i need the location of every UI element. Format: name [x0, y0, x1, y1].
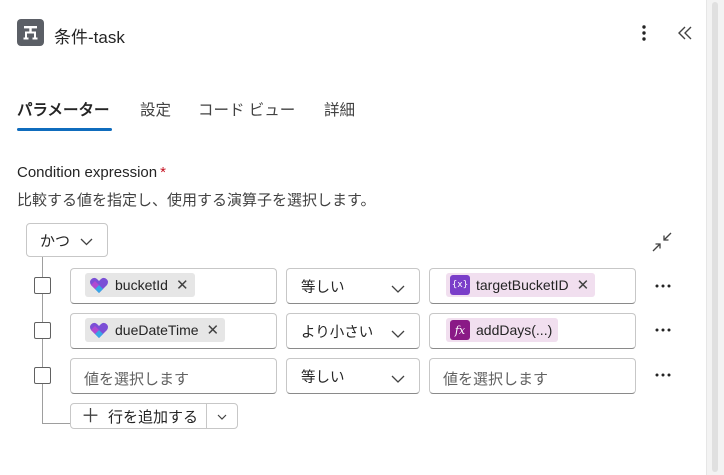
- tree-connector-branch: [42, 423, 72, 424]
- operator-dropdown[interactable]: 等しい: [286, 358, 420, 394]
- dynamic-content-token: dueDateTime ✕: [85, 318, 226, 342]
- token-label: addDays(...): [476, 322, 553, 338]
- tab-details[interactable]: 詳細: [324, 98, 355, 120]
- right-value-field[interactable]: {x} targetBucketID ✕: [429, 268, 636, 304]
- row-checkbox[interactable]: [34, 277, 51, 294]
- left-value-field[interactable]: dueDateTime ✕: [70, 313, 277, 349]
- tab-parameters[interactable]: パラメーター: [17, 98, 110, 120]
- variable-icon: {x}: [450, 275, 470, 295]
- group-operator-value: かつ: [40, 232, 71, 250]
- row-checkbox[interactable]: [34, 322, 51, 339]
- operator-dropdown[interactable]: 等しい: [286, 268, 420, 304]
- dynamic-content-token: bucketId ✕: [85, 273, 195, 297]
- chevron-down-icon: [217, 407, 227, 425]
- add-row-label: 行を追加する: [108, 408, 199, 426]
- operator-value: より小さい: [301, 324, 374, 341]
- dynamic-content-token: fx addDays(...): [446, 318, 559, 342]
- remove-token-icon[interactable]: ✕: [577, 276, 590, 294]
- tab-code-view[interactable]: コード ビュー: [198, 98, 295, 120]
- chevron-down-icon: [391, 326, 405, 342]
- add-row-button[interactable]: ＋ 行を追加する: [71, 404, 208, 428]
- chevron-down-icon: [80, 233, 93, 250]
- add-row-split-button: ＋ 行を追加する: [70, 403, 238, 429]
- right-value-field[interactable]: fx addDays(...): [429, 313, 636, 349]
- token-label: bucketId: [115, 277, 168, 293]
- left-value-placeholder: 値を選択します: [84, 371, 190, 388]
- left-value-field[interactable]: bucketId ✕: [70, 268, 277, 304]
- operator-value: 等しい: [301, 279, 345, 296]
- function-icon: fx: [450, 320, 470, 340]
- row-more-options-icon[interactable]: [652, 368, 674, 382]
- token-label: targetBucketID: [476, 277, 569, 293]
- planner-icon: [89, 275, 109, 295]
- chevron-down-icon: [391, 371, 405, 387]
- row-more-options-icon[interactable]: [652, 279, 674, 293]
- chevron-down-icon: [391, 281, 405, 297]
- remove-token-icon[interactable]: ✕: [176, 276, 189, 294]
- remove-token-icon[interactable]: ✕: [207, 321, 220, 339]
- dynamic-content-token: {x} targetBucketID ✕: [446, 273, 596, 297]
- plus-icon: ＋: [81, 405, 101, 427]
- add-row-menu-button[interactable]: [207, 404, 237, 428]
- tab-settings[interactable]: 設定: [140, 98, 171, 120]
- minimize-editor-icon[interactable]: [652, 232, 674, 252]
- right-value-field[interactable]: 値を選択します: [429, 358, 636, 394]
- required-marker: *: [160, 164, 166, 181]
- condition-description: 比較する値を指定し、使用する演算子を選択します。: [17, 192, 376, 209]
- operator-dropdown[interactable]: より小さい: [286, 313, 420, 349]
- scrollbar-thumb[interactable]: [712, 2, 718, 472]
- condition-icon: [17, 19, 44, 46]
- operator-value: 等しい: [301, 369, 345, 386]
- right-value-placeholder: 値を選択します: [443, 371, 549, 388]
- group-operator-dropdown[interactable]: かつ: [26, 223, 108, 257]
- token-label: dueDateTime: [115, 322, 199, 338]
- collapse-panel-icon[interactable]: [674, 20, 696, 46]
- row-checkbox[interactable]: [34, 367, 51, 384]
- more-options-icon[interactable]: [634, 19, 654, 47]
- row-more-options-icon[interactable]: [652, 323, 674, 337]
- active-tab-indicator: [17, 128, 112, 131]
- planner-icon: [89, 320, 109, 340]
- left-value-field[interactable]: 値を選択します: [70, 358, 277, 394]
- panel-title: 条件-task: [54, 28, 125, 47]
- condition-expression-label: Condition expression *: [17, 164, 166, 181]
